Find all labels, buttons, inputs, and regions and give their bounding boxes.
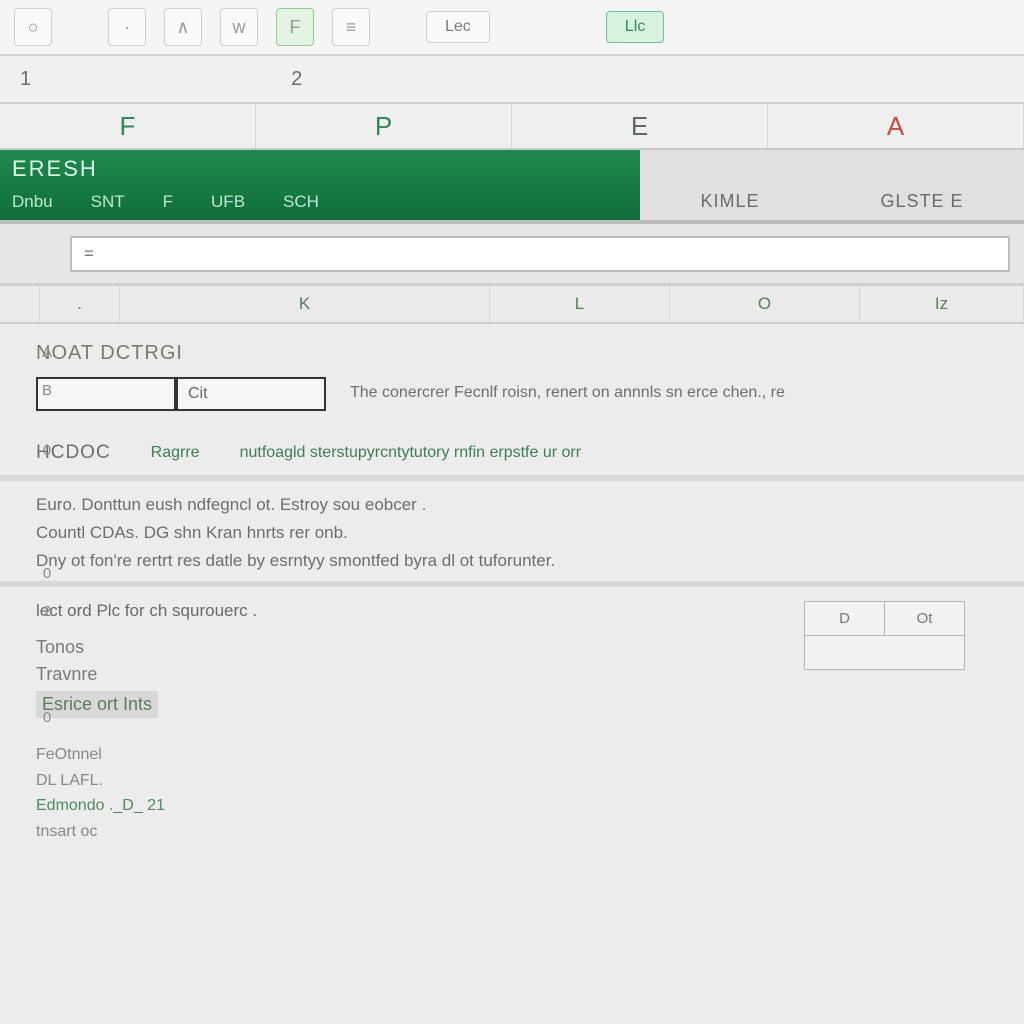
ribbon-tab-1[interactable]: SNT <box>91 192 125 212</box>
ribbon-right: KIMLE GLSTE E <box>640 150 1024 220</box>
sheet-content: A NOAT DCTRGI B Cit The conercrer Fecnlf… <box>0 324 1024 1024</box>
section-a-desc2: nutfoagld sterstupyrcntytutory rnfin erp… <box>240 441 1004 465</box>
ribbon-tab-3[interactable]: UFB <box>211 192 245 212</box>
para-1: Countl CDAs. DG shn Kran hnrts rer onb. <box>36 523 1004 543</box>
mini-cell-2[interactable] <box>805 636 965 670</box>
quick-access-toolbar: ○ · ∧ w F ≡ Lec Llc <box>0 0 1024 56</box>
code-value: Ragrre <box>151 441 200 465</box>
qa-btn-1[interactable]: · <box>108 8 146 46</box>
section-c: 2 lect ord Plc for ch squrouerc . Tonos … <box>30 601 1004 844</box>
divider-1 <box>0 475 1024 481</box>
section-a-desc1: The conercrer Fecnlf roisn, renert on an… <box>350 377 1004 405</box>
input-right[interactable]: Cit <box>176 377 326 411</box>
col-major-f[interactable]: F <box>0 104 256 148</box>
foot-0: FeOtnnel <box>36 742 804 768</box>
para-2: Dny ot fon're rertrt res datle by esrnty… <box>36 551 1004 571</box>
row-num-0a[interactable]: 0 <box>36 442 58 459</box>
ribbon-right-0[interactable]: KIMLE <box>700 191 759 212</box>
doc-tab-1[interactable]: Llc <box>606 11 664 43</box>
row-num-0c[interactable]: 0 <box>36 709 58 726</box>
qa-btn-0[interactable]: ○ <box>14 8 52 46</box>
column-header-major: F P E A <box>0 104 1024 150</box>
sheet-column-header: . K L O Iz <box>0 286 1024 324</box>
list-item-0[interactable]: Tonos <box>36 637 804 658</box>
sheet-col-1[interactable]: . <box>40 286 120 322</box>
qa-btn-5[interactable]: ≡ <box>332 8 370 46</box>
row-num-0b[interactable]: 0 <box>36 565 58 582</box>
row-num-b[interactable]: B <box>36 382 58 399</box>
col-major-p[interactable]: P <box>256 104 512 148</box>
ribbon-left: ERESH Dnbu SNT F UFB SCH <box>0 150 640 220</box>
formula-bar <box>0 224 1024 286</box>
para-0: Euro. Donttun eush ndfegncl ot. Estroy s… <box>36 495 1004 515</box>
ribbon-title: ERESH <box>12 156 628 182</box>
ribbon-tabs: Dnbu SNT F UFB SCH <box>12 192 628 212</box>
sheet-col-3[interactable]: L <box>490 286 670 322</box>
mini-cell-0[interactable]: D <box>805 602 885 636</box>
section-b: Euro. Donttun eush ndfegncl ot. Estroy s… <box>30 495 1004 571</box>
ribbon-tab-0[interactable]: Dnbu <box>12 192 53 212</box>
ribbon-tab-2[interactable]: F <box>163 192 173 212</box>
section-a-title: NOAT DCTRGI <box>36 342 1004 365</box>
col-major-a[interactable]: A <box>768 104 1024 148</box>
ribbon-right-1[interactable]: GLSTE E <box>880 191 963 212</box>
ruler-mark-2: 2 <box>291 68 302 91</box>
list-item-1[interactable]: Travnre <box>36 664 804 685</box>
row-num-2[interactable]: 2 <box>36 603 58 620</box>
mini-table: D Ot <box>804 601 965 670</box>
row-num-a[interactable]: A <box>36 344 58 361</box>
divider-2 <box>0 581 1024 587</box>
sheet-col-4[interactable]: O <box>670 286 860 322</box>
foot-2: Edmondo ._D_ 21 <box>36 793 804 819</box>
ruler: 1 2 <box>0 56 1024 104</box>
sheet-col-0[interactable] <box>0 286 40 322</box>
footer-block: FeOtnnel DL LAFL. Edmondo ._D_ 21 tnsart… <box>36 742 804 844</box>
ribbon: ERESH Dnbu SNT F UFB SCH KIMLE GLSTE E <box>0 150 1024 224</box>
doc-tab-0[interactable]: Lec <box>426 11 490 43</box>
ribbon-tab-4[interactable]: SCH <box>283 192 319 212</box>
qa-btn-2[interactable]: ∧ <box>164 8 202 46</box>
ruler-mark-1: 1 <box>20 68 31 91</box>
qa-btn-3[interactable]: w <box>220 8 258 46</box>
input-pair: Cit <box>36 377 326 411</box>
formula-input[interactable] <box>70 236 1010 272</box>
foot-3: tnsart oc <box>36 819 804 845</box>
sheet-col-2[interactable]: K <box>120 286 490 322</box>
sheet-col-5[interactable]: Iz <box>860 286 1024 322</box>
section-c-heading: lect ord Plc for ch squrouerc . <box>36 601 804 621</box>
mini-table-wrap: D Ot <box>804 601 1004 844</box>
col-major-e[interactable]: E <box>512 104 768 148</box>
foot-1: DL LAFL. <box>36 768 804 794</box>
qa-btn-4[interactable]: F <box>276 8 314 46</box>
mini-cell-1[interactable]: Ot <box>885 602 965 636</box>
section-a: A NOAT DCTRGI B Cit The conercrer Fecnlf… <box>30 342 1004 465</box>
